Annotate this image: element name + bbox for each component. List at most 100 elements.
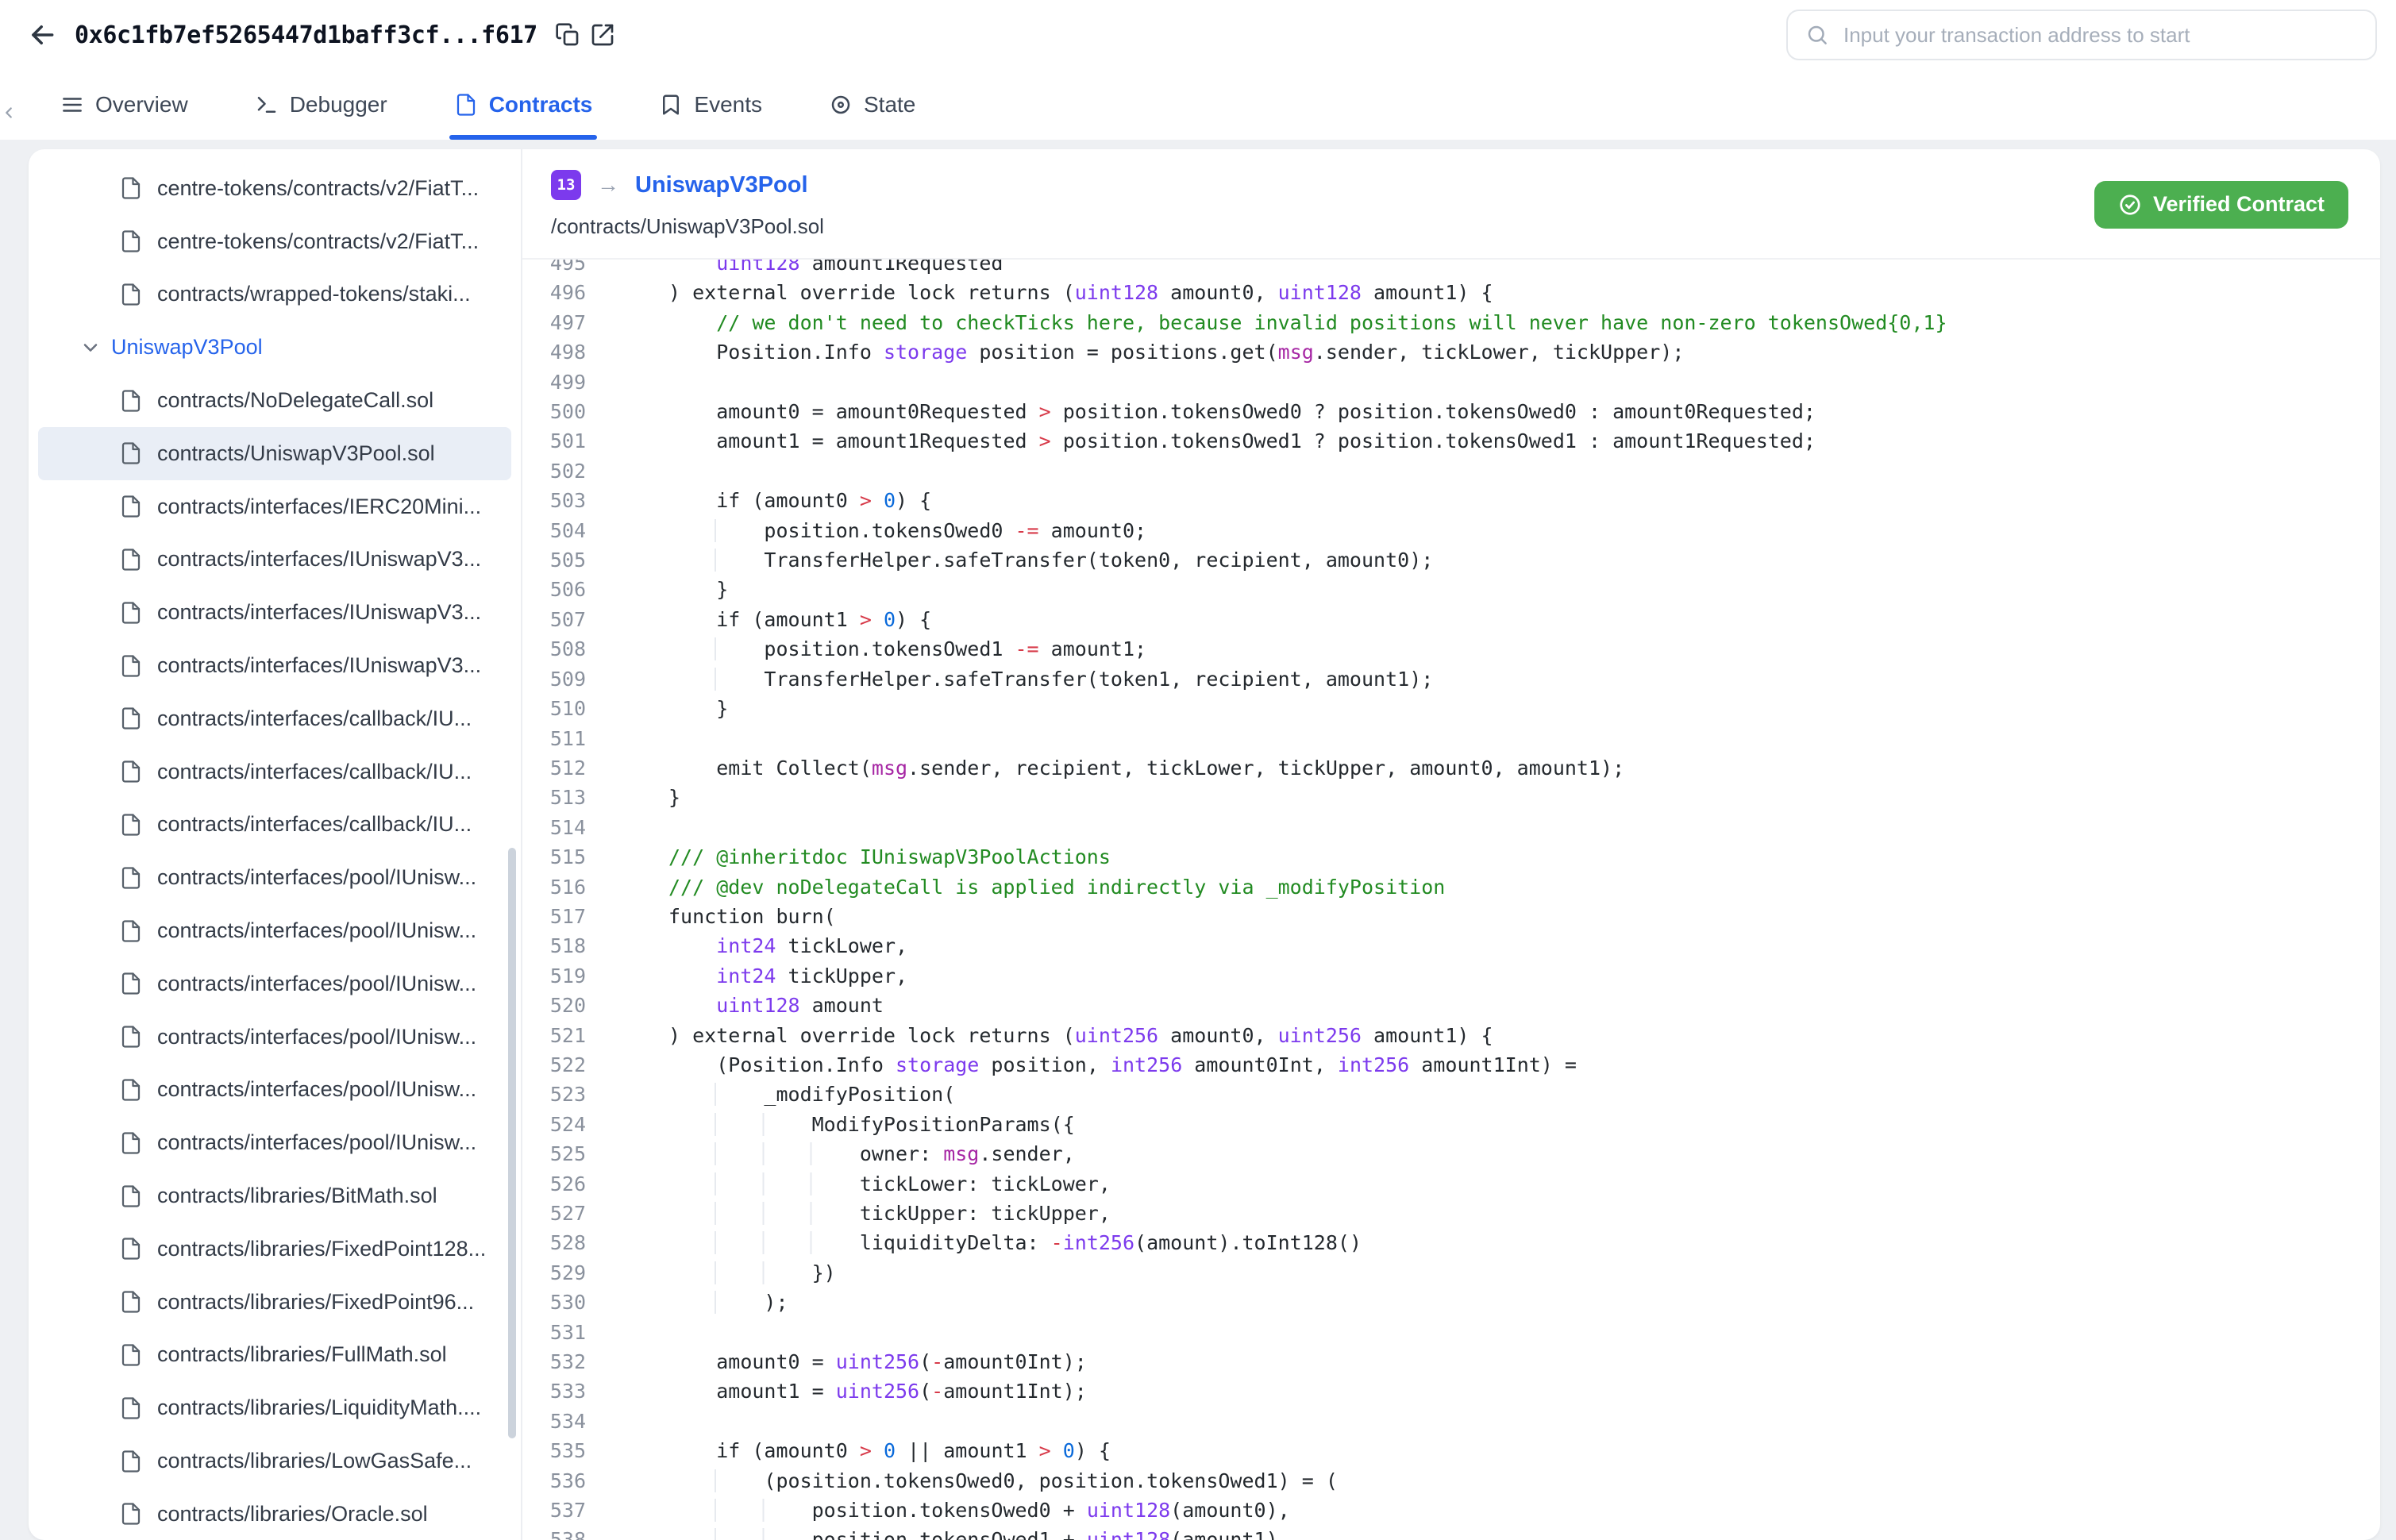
code-text: tickLower: tickLower, bbox=[668, 1169, 1111, 1199]
file-icon bbox=[119, 866, 143, 890]
sidebar-file-item[interactable]: contracts/libraries/FixedPoint128... bbox=[29, 1222, 521, 1276]
verified-contract-button[interactable]: Verified Contract bbox=[2094, 180, 2348, 229]
sidebar-file-item[interactable]: contracts/interfaces/callback/IU... bbox=[29, 745, 521, 799]
line-number: 527 bbox=[549, 1202, 586, 1225]
search-input[interactable] bbox=[1843, 22, 2358, 48]
sidebar-file-item[interactable]: contracts/interfaces/IUniswapV3... bbox=[29, 639, 521, 692]
file-icon bbox=[119, 919, 143, 943]
tab-state[interactable]: State bbox=[829, 70, 915, 140]
code-line: 510 } bbox=[522, 694, 2380, 723]
file-icon bbox=[119, 229, 143, 253]
file-icon bbox=[119, 972, 143, 995]
sidebar-file-item[interactable]: contracts/libraries/BitMath.sol bbox=[29, 1169, 521, 1222]
line-number: 518 bbox=[549, 934, 586, 958]
sidebar-file-item[interactable]: contracts/interfaces/pool/IUnisw... bbox=[29, 1064, 521, 1117]
line-number: 530 bbox=[549, 1291, 586, 1315]
check-circle-icon bbox=[2120, 194, 2140, 215]
sidebar-file-item[interactable]: contracts/libraries/LowGasSafe... bbox=[29, 1434, 521, 1488]
file-icon bbox=[119, 1025, 143, 1049]
code-line: 513} bbox=[522, 783, 2380, 812]
file-icon bbox=[119, 813, 143, 837]
code-text: TransferHelper.safeTransfer(token0, reci… bbox=[668, 545, 1433, 575]
file-icon bbox=[119, 548, 143, 572]
code-text: /// @dev noDelegateCall is applied indir… bbox=[668, 875, 1446, 899]
sidebar-file-item[interactable]: contracts/libraries/FixedPoint96... bbox=[29, 1276, 521, 1329]
line-number: 521 bbox=[549, 1023, 586, 1047]
file-icon bbox=[119, 1502, 143, 1526]
file-icon bbox=[119, 760, 143, 783]
code-line: 518 int24 tickLower, bbox=[522, 931, 2380, 961]
code-text: uint128 amount bbox=[668, 991, 884, 1020]
code-line: 524 ModifyPositionParams({ bbox=[522, 1110, 2380, 1139]
tab-events[interactable]: Events bbox=[659, 70, 762, 140]
code-text: function burn( bbox=[668, 904, 836, 928]
file-label: contracts/libraries/LowGasSafe... bbox=[157, 1449, 472, 1473]
menu-icon bbox=[60, 93, 84, 117]
file-label: contracts/interfaces/callback/IU... bbox=[157, 706, 472, 730]
tab-overview[interactable]: Overview bbox=[60, 70, 188, 140]
sidebar-file-item[interactable]: contracts/UniswapV3Pool.sol bbox=[38, 426, 511, 480]
code-line: 498 Position.Info storage position = pos… bbox=[522, 337, 2380, 367]
sidebar-file-item[interactable]: contracts/interfaces/pool/IUnisw... bbox=[29, 1011, 521, 1064]
sidebar-file-item[interactable]: contracts/interfaces/pool/IUnisw... bbox=[29, 851, 521, 904]
copy-hash-button[interactable] bbox=[550, 17, 585, 52]
line-number: 510 bbox=[549, 697, 586, 721]
file-label: contracts/interfaces/callback/IU... bbox=[157, 812, 472, 837]
file-tree-scrollbar[interactable] bbox=[508, 848, 516, 1438]
line-number: 505 bbox=[549, 549, 586, 572]
back-button[interactable] bbox=[22, 15, 62, 55]
code-text: } bbox=[668, 694, 728, 723]
sidebar-file-item[interactable]: contracts/interfaces/IUniswapV3... bbox=[29, 586, 521, 639]
sidebar-file-item[interactable]: contracts/NoDelegateCall.sol bbox=[29, 374, 521, 427]
tab-contracts[interactable]: Contracts bbox=[449, 70, 599, 140]
file-icon bbox=[119, 706, 143, 730]
arrow-right-icon: → bbox=[597, 172, 619, 197]
sidebar-file-item[interactable]: contracts/interfaces/callback/IU... bbox=[29, 692, 521, 745]
sidebar-file-item[interactable]: contracts/interfaces/IUniswapV3... bbox=[29, 533, 521, 587]
line-number: 531 bbox=[549, 1320, 586, 1344]
sidebar-group-uniswapv3pool[interactable]: UniswapV3Pool bbox=[29, 321, 521, 374]
sidebar-collapse-handle[interactable] bbox=[0, 92, 19, 133]
sidebar-file-item[interactable]: contracts/libraries/FullMath.sol bbox=[29, 1329, 521, 1382]
code-text: amount0 = amount0Requested > position.to… bbox=[668, 397, 1816, 426]
target-icon bbox=[829, 93, 853, 117]
contract-badge-icon: 13 bbox=[551, 170, 581, 200]
line-number: 502 bbox=[549, 459, 586, 483]
sidebar-file-item[interactable]: contracts/interfaces/pool/IUnisw... bbox=[29, 1116, 521, 1169]
file-label: contracts/interfaces/pool/IUnisw... bbox=[157, 1130, 477, 1155]
contract-name-link[interactable]: UniswapV3Pool bbox=[635, 172, 808, 198]
code-line: 515 /// @inheritdoc IUniswapV3PoolActions bbox=[522, 842, 2380, 872]
code-line: 533 amount1 = uint256(-amount1Int); bbox=[522, 1376, 2380, 1406]
code-line: 496) external override lock returns (uin… bbox=[522, 278, 2380, 307]
line-number: 507 bbox=[549, 607, 586, 631]
sidebar-file-item[interactable]: contracts/libraries/LiquidityMath.... bbox=[29, 1381, 521, 1434]
external-link-icon bbox=[591, 24, 614, 46]
tab-debugger[interactable]: Debugger bbox=[255, 70, 387, 140]
sidebar-file-item[interactable]: contracts/wrapped-tokens/staki... bbox=[29, 268, 521, 321]
sidebar-file-item[interactable]: contracts/interfaces/pool/IUnisw... bbox=[29, 957, 521, 1011]
code-line: 525 owner: msg.sender, bbox=[522, 1139, 2380, 1168]
line-number: 534 bbox=[549, 1409, 586, 1433]
code-line: 509 TransferHelper.safeTransfer(token1, … bbox=[522, 664, 2380, 694]
sidebar-file-item[interactable]: contracts/interfaces/IERC20Mini... bbox=[29, 480, 521, 533]
code-line: 532 amount0 = uint256(-amount0Int); bbox=[522, 1347, 2380, 1376]
code-text: amount0 = uint256(-amount0Int); bbox=[668, 1347, 1087, 1376]
sidebar-file-item[interactable]: contracts/libraries/Oracle.sol bbox=[29, 1488, 521, 1540]
sidebar-file-item[interactable]: centre-tokens/contracts/v2/FiatT... bbox=[29, 215, 521, 268]
file-icon bbox=[119, 1237, 143, 1261]
sidebar-file-item[interactable]: centre-tokens/contracts/v2/FiatT... bbox=[29, 162, 521, 215]
code-text: int24 tickLower, bbox=[668, 931, 907, 961]
tab-label: Events bbox=[694, 92, 762, 117]
code-line: 504 position.tokensOwed0 -= amount0; bbox=[522, 516, 2380, 545]
code-viewer[interactable]: 495 uint128 amount1Requested 496) externa… bbox=[522, 258, 2380, 1540]
file-icon bbox=[119, 654, 143, 678]
code-text: uint128 amount1Requested bbox=[668, 259, 1003, 278]
sidebar-file-item[interactable]: contracts/interfaces/callback/IU... bbox=[29, 799, 521, 852]
code-line: 528 liquidityDelta: -int256(amount).toIn… bbox=[522, 1228, 2380, 1257]
file-label: contracts/interfaces/IUniswapV3... bbox=[157, 600, 482, 625]
file-tree: centre-tokens/contracts/v2/FiatT... centr… bbox=[29, 149, 521, 1540]
code-line: 529 }) bbox=[522, 1258, 2380, 1288]
open-external-button[interactable] bbox=[585, 17, 620, 52]
code-line: 517 function burn( bbox=[522, 902, 2380, 931]
sidebar-file-item[interactable]: contracts/interfaces/pool/IUnisw... bbox=[29, 904, 521, 957]
